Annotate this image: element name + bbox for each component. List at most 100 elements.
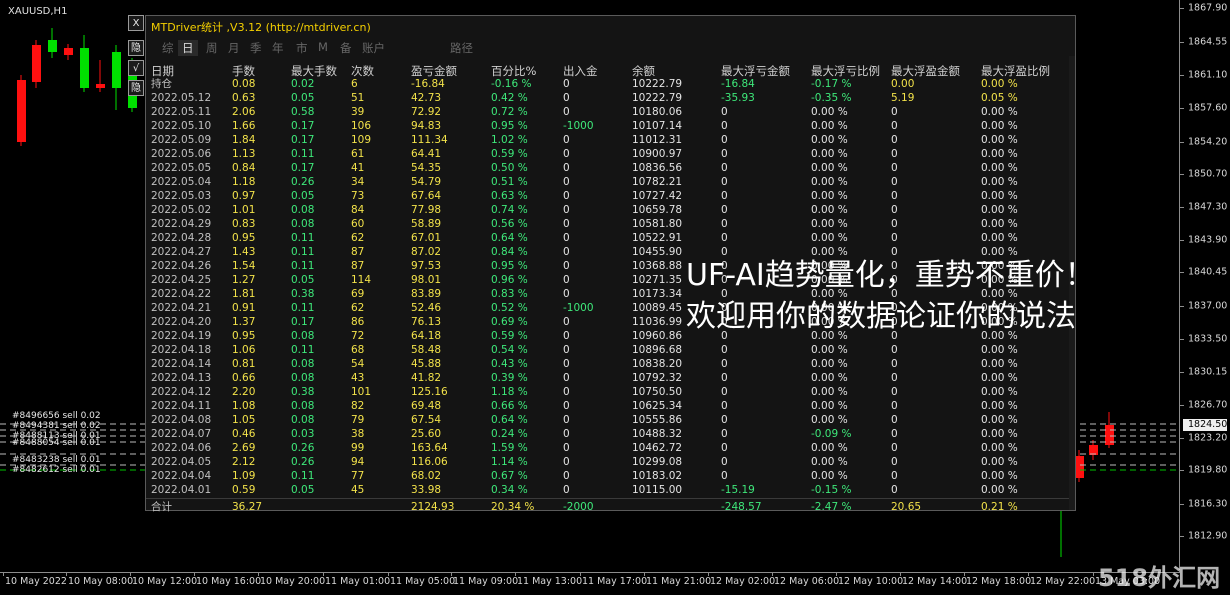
price-tick-label: 1864.55 — [1188, 36, 1228, 48]
tab-2[interactable]: 周 — [206, 40, 218, 56]
table-cell: 0.00 % — [811, 414, 848, 426]
table-row[interactable]: 2022.04.12 2.20 0.38 101 125.16 1.18 % 0 10750.… — [146, 385, 1075, 399]
table-row[interactable]: 2022.05.03 0.97 0.05 73 67.64 0.63 % 0 10727.42… — [146, 189, 1075, 203]
table-cell: 45 — [351, 484, 365, 496]
table-cell: 60 — [351, 218, 365, 230]
table-cell: 1.66 — [232, 120, 256, 132]
table-cell: 2022.04.19 — [151, 330, 212, 342]
table-row[interactable]: 2022.04.11 1.08 0.08 82 69.48 0.66 % 0 10625.34… — [146, 399, 1075, 413]
table-row[interactable]: 2022.05.06 1.13 0.11 61 64.41 0.59 % 0 10900.97… — [146, 147, 1075, 161]
tab-1[interactable]: 日 — [178, 40, 198, 56]
price-tick-mark — [1180, 174, 1184, 175]
price-tick-mark — [1180, 42, 1184, 43]
table-cell: 0.00 % — [981, 442, 1018, 454]
symbol-title: XAUUSD,H1 — [8, 6, 68, 17]
table-row[interactable]: 2022.05.12 0.63 0.05 51 42.73 0.42 % 0 10222.79… — [146, 91, 1075, 105]
tab-7[interactable]: M — [318, 40, 328, 54]
table-cell: 0 — [721, 176, 728, 188]
price-tick-mark — [1180, 536, 1184, 537]
table-row[interactable]: 2022.05.11 2.06 0.58 39 72.92 0.72 % 0 10180.06… — [146, 105, 1075, 119]
table-cell: 0 — [721, 358, 728, 370]
table-cell: 1.09 — [232, 470, 256, 482]
table-cell: 0.64 % — [491, 414, 528, 426]
price-tick-mark — [1180, 75, 1184, 76]
tab-4[interactable]: 季 — [250, 40, 262, 56]
price-tick-label: 1843.90 — [1188, 234, 1228, 246]
table-cell: 0.00 % — [981, 204, 1018, 216]
total-cell: 2124.93 — [411, 501, 455, 513]
table-cell: 0.08 — [232, 78, 256, 90]
table-row[interactable]: 2022.04.05 2.12 0.26 94 116.06 1.14 % 0 10299.0… — [146, 455, 1075, 469]
table-cell: 0.00 % — [811, 470, 848, 482]
table-cell: 2022.05.12 — [151, 92, 212, 104]
table-row[interactable]: 2022.04.29 0.83 0.08 60 58.89 0.56 % 0 10581.80… — [146, 217, 1075, 231]
table-cell: 86 — [351, 316, 365, 328]
table-row[interactable]: 2022.05.10 1.66 0.17 106 94.83 0.95 % -1000 101… — [146, 119, 1075, 133]
confirm-button[interactable]: √ — [128, 60, 144, 76]
table-cell: 0.66 % — [491, 400, 528, 412]
table-row[interactable]: 2022.04.04 1.09 0.11 77 68.02 0.67 % 0 10183.02… — [146, 469, 1075, 483]
table-cell: 0.00 % — [811, 442, 848, 454]
table-cell: 0.43 % — [491, 358, 528, 370]
table-cell: 68 — [351, 344, 365, 356]
table-cell: 77 — [351, 470, 365, 482]
table-cell: 0 — [721, 106, 728, 118]
table-cell: 0.34 % — [491, 484, 528, 496]
close-panel-button[interactable]: X — [128, 15, 144, 31]
table-cell: 68.02 — [411, 470, 442, 482]
table-row[interactable]: 2022.04.07 0.46 0.03 38 25.60 0.24 % 0 10488.32… — [146, 427, 1075, 441]
table-cell: 2022.05.05 — [151, 162, 212, 174]
panel-title: MTDriver统计 ,V3.12 (http://mtdriver.cn) — [151, 21, 371, 34]
table-row[interactable]: 2022.04.28 0.95 0.11 62 67.01 0.64 % 0 10522.91… — [146, 231, 1075, 245]
hide-button-2[interactable]: 隐 — [128, 80, 144, 96]
table-cell: 10659.78 — [632, 204, 683, 216]
table-row[interactable]: 2022.05.04 1.18 0.26 34 54.79 0.51 % 0 10782.21… — [146, 175, 1075, 189]
table-cell: 11036.99 — [632, 316, 683, 328]
table-row[interactable]: 2022.04.13 0.66 0.08 43 41.82 0.39 % 0 10792.32… — [146, 371, 1075, 385]
table-row[interactable]: 2022.04.01 0.59 0.05 45 33.98 0.34 % 0 10115.00… — [146, 483, 1075, 497]
table-cell: 10522.91 — [632, 232, 683, 244]
table-cell: 2022.04.29 — [151, 218, 212, 230]
table-cell: 1.18 — [232, 176, 256, 188]
tab-5[interactable]: 年 — [272, 40, 284, 56]
total-cell: -248.57 — [721, 501, 762, 513]
price-tick-label: 1850.70 — [1188, 168, 1228, 180]
table-cell: 1.01 — [232, 204, 256, 216]
hide-button[interactable]: 隐 — [128, 40, 144, 56]
table-row[interactable]: 2022.04.18 1.06 0.11 68 58.48 0.54 % 0 10896.68… — [146, 343, 1075, 357]
table-cell: 0.17 — [291, 120, 315, 132]
tab-9[interactable]: 账户 — [362, 40, 385, 56]
table-row[interactable]: 2022.04.14 0.81 0.08 54 45.88 0.43 % 0 10838.20… — [146, 357, 1075, 371]
time-tick-label: 12 May 22:00 — [1030, 576, 1096, 587]
table-cell: 98.01 — [411, 274, 442, 286]
price-tick-label: 1826.70 — [1188, 399, 1228, 411]
table-row[interactable]: 2022.05.09 1.84 0.17 109 111.34 1.02 % 0 11012.… — [146, 133, 1075, 147]
current-price-label: 1824.50 — [1183, 419, 1227, 431]
table-cell: 0 — [891, 162, 898, 174]
table-row[interactable]: 2022.05.05 0.84 0.17 41 54.35 0.50 % 0 10836.56… — [146, 161, 1075, 175]
total-cell: 36.27 — [232, 501, 263, 513]
tab-6[interactable]: 市 — [296, 40, 308, 56]
table-cell: 0.42 % — [491, 92, 528, 104]
table-cell: 1.13 — [232, 148, 256, 160]
price-tick-label: 1857.60 — [1188, 102, 1228, 114]
table-row[interactable]: 2022.05.02 1.01 0.08 84 77.98 0.74 % 0 10659.78… — [146, 203, 1075, 217]
tab-0[interactable]: 综 — [162, 40, 174, 56]
table-row[interactable]: 2022.04.06 2.69 0.26 99 163.64 1.59 % 0 10462.7… — [146, 441, 1075, 455]
table-row[interactable]: 2022.04.08 1.05 0.08 79 67.54 0.64 % 0 10555.86… — [146, 413, 1075, 427]
tab-10[interactable]: 路径 — [450, 40, 473, 56]
table-cell: 0 — [563, 134, 570, 146]
table-cell: 94 — [351, 456, 365, 468]
table-cell: 0.00 % — [811, 386, 848, 398]
table-row[interactable]: 持仓 0.08 0.02 6 -16.84 -0.16 % 0 10222.79 -16.84 -… — [146, 77, 1075, 91]
table-cell: 0.95 % — [491, 120, 528, 132]
table-cell: 2.69 — [232, 442, 256, 454]
table-cell: 0.00 % — [981, 232, 1018, 244]
table-cell: 1.84 — [232, 134, 256, 146]
table-cell: 1.27 — [232, 274, 256, 286]
tab-3[interactable]: 月 — [228, 40, 240, 56]
time-tick-label: 10 May 2022 — [5, 576, 67, 587]
table-cell: 0 — [721, 190, 728, 202]
tab-8[interactable]: 备 — [340, 40, 352, 56]
table-cell: 0.00 % — [811, 204, 848, 216]
